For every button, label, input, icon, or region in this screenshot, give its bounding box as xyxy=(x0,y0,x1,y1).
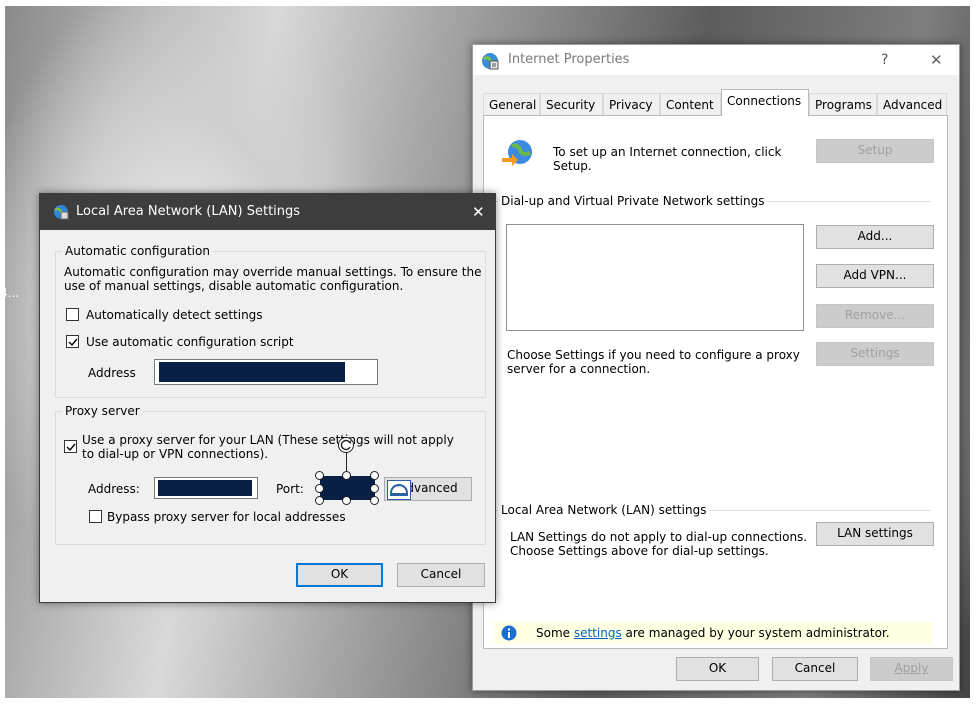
globe-connection-icon xyxy=(502,140,532,166)
cancel-button[interactable]: Cancel xyxy=(772,657,858,681)
selection-handle[interactable] xyxy=(370,471,379,480)
internet-properties-icon xyxy=(482,53,499,70)
checkmark-icon xyxy=(66,443,76,452)
help-button[interactable]: ? xyxy=(881,52,888,68)
auto-detect-checkbox[interactable] xyxy=(66,308,79,321)
lan-group-label: Local Area Network (LAN) settings xyxy=(498,503,710,517)
settings-link[interactable]: settings xyxy=(574,626,622,640)
setup-description: To set up an Internet connection, click … xyxy=(553,145,782,173)
lan-description: LAN Settings do not apply to dial-up con… xyxy=(510,530,808,558)
selection-handle[interactable] xyxy=(342,471,351,480)
lan-settings-button[interactable]: LAN settings xyxy=(816,522,934,546)
selection-handle[interactable] xyxy=(370,484,379,493)
checkmark-icon xyxy=(68,338,78,347)
info-suffix: are managed by your system administrator… xyxy=(621,626,890,640)
lan-title-bar[interactable]: Local Area Network (LAN) Settings ✕ xyxy=(40,194,495,230)
redacted-proxy-address xyxy=(158,480,252,496)
desktop-icon-label[interactable]: 4... xyxy=(0,286,19,300)
add-vpn-button[interactable]: Add VPN... xyxy=(816,264,934,288)
tab-programs[interactable]: Programs xyxy=(809,93,877,115)
tab-connections[interactable]: Connections xyxy=(721,89,809,116)
connections-list[interactable] xyxy=(506,224,804,331)
lan-cancel-button[interactable]: Cancel xyxy=(397,563,485,587)
close-icon[interactable]: ✕ xyxy=(930,51,943,69)
auto-config-description: Automatic configuration may override man… xyxy=(64,265,482,293)
auto-detect-label[interactable]: Automatically detect settings xyxy=(86,308,263,322)
script-address-input[interactable] xyxy=(154,359,378,385)
bypass-label[interactable]: Bypass proxy server for local addresses xyxy=(107,510,346,524)
tab-content[interactable]: Content xyxy=(660,93,721,115)
selection-handle[interactable] xyxy=(315,471,324,480)
proxy-description: Choose Settings if you need to configure… xyxy=(507,348,800,376)
ok-button[interactable]: OK xyxy=(676,657,759,681)
redacted-address xyxy=(159,362,345,382)
tab-general[interactable]: General xyxy=(483,93,540,115)
use-proxy-checkbox[interactable] xyxy=(64,440,77,453)
tab-security[interactable]: Security xyxy=(540,93,603,115)
dialup-group-label: Dial-up and Virtual Private Network sett… xyxy=(498,194,768,208)
lan-close-icon[interactable]: ✕ xyxy=(472,203,485,221)
info-icon xyxy=(501,625,517,641)
setup-button[interactable]: Setup xyxy=(816,139,934,163)
use-proxy-label[interactable]: Use a proxy server for your LAN (These s… xyxy=(82,433,467,461)
overlay-widget-icon[interactable] xyxy=(387,480,411,500)
lan-ok-button[interactable]: OK xyxy=(296,563,383,587)
lan-settings-icon xyxy=(54,205,69,220)
proxy-server-label: Proxy server xyxy=(62,404,143,418)
tab-advanced[interactable]: Advanced xyxy=(877,93,947,115)
use-script-checkbox[interactable] xyxy=(66,335,79,348)
selection-handle[interactable] xyxy=(315,496,324,505)
add-button[interactable]: Add... xyxy=(816,225,934,249)
info-bar: Some settings are managed by your system… xyxy=(494,622,932,644)
title-bar[interactable]: Internet Properties ? ✕ xyxy=(473,45,959,75)
selection-handle[interactable] xyxy=(315,484,324,493)
bypass-checkbox[interactable] xyxy=(89,510,102,523)
proxy-address-input[interactable] xyxy=(154,477,258,499)
script-address-label: Address xyxy=(88,366,136,380)
auto-config-label: Automatic configuration xyxy=(62,244,213,258)
remove-button[interactable]: Remove... xyxy=(816,304,934,328)
tab-privacy[interactable]: Privacy xyxy=(603,93,660,115)
selection-handle[interactable] xyxy=(342,496,351,505)
info-text: Some settings are managed by your system… xyxy=(536,626,890,640)
proxy-address-label: Address: xyxy=(88,482,140,496)
selection-handle[interactable] xyxy=(370,496,379,505)
window-title: Internet Properties xyxy=(508,52,630,67)
port-label: Port: xyxy=(276,482,304,496)
use-script-label[interactable]: Use automatic configuration script xyxy=(86,335,294,349)
settings-button[interactable]: Settings xyxy=(816,342,934,366)
info-prefix: Some xyxy=(536,626,574,640)
rotate-handle-icon[interactable] xyxy=(337,436,355,454)
lan-dialog-title: Local Area Network (LAN) Settings xyxy=(76,204,301,219)
apply-button[interactable]: Apply xyxy=(870,657,953,681)
